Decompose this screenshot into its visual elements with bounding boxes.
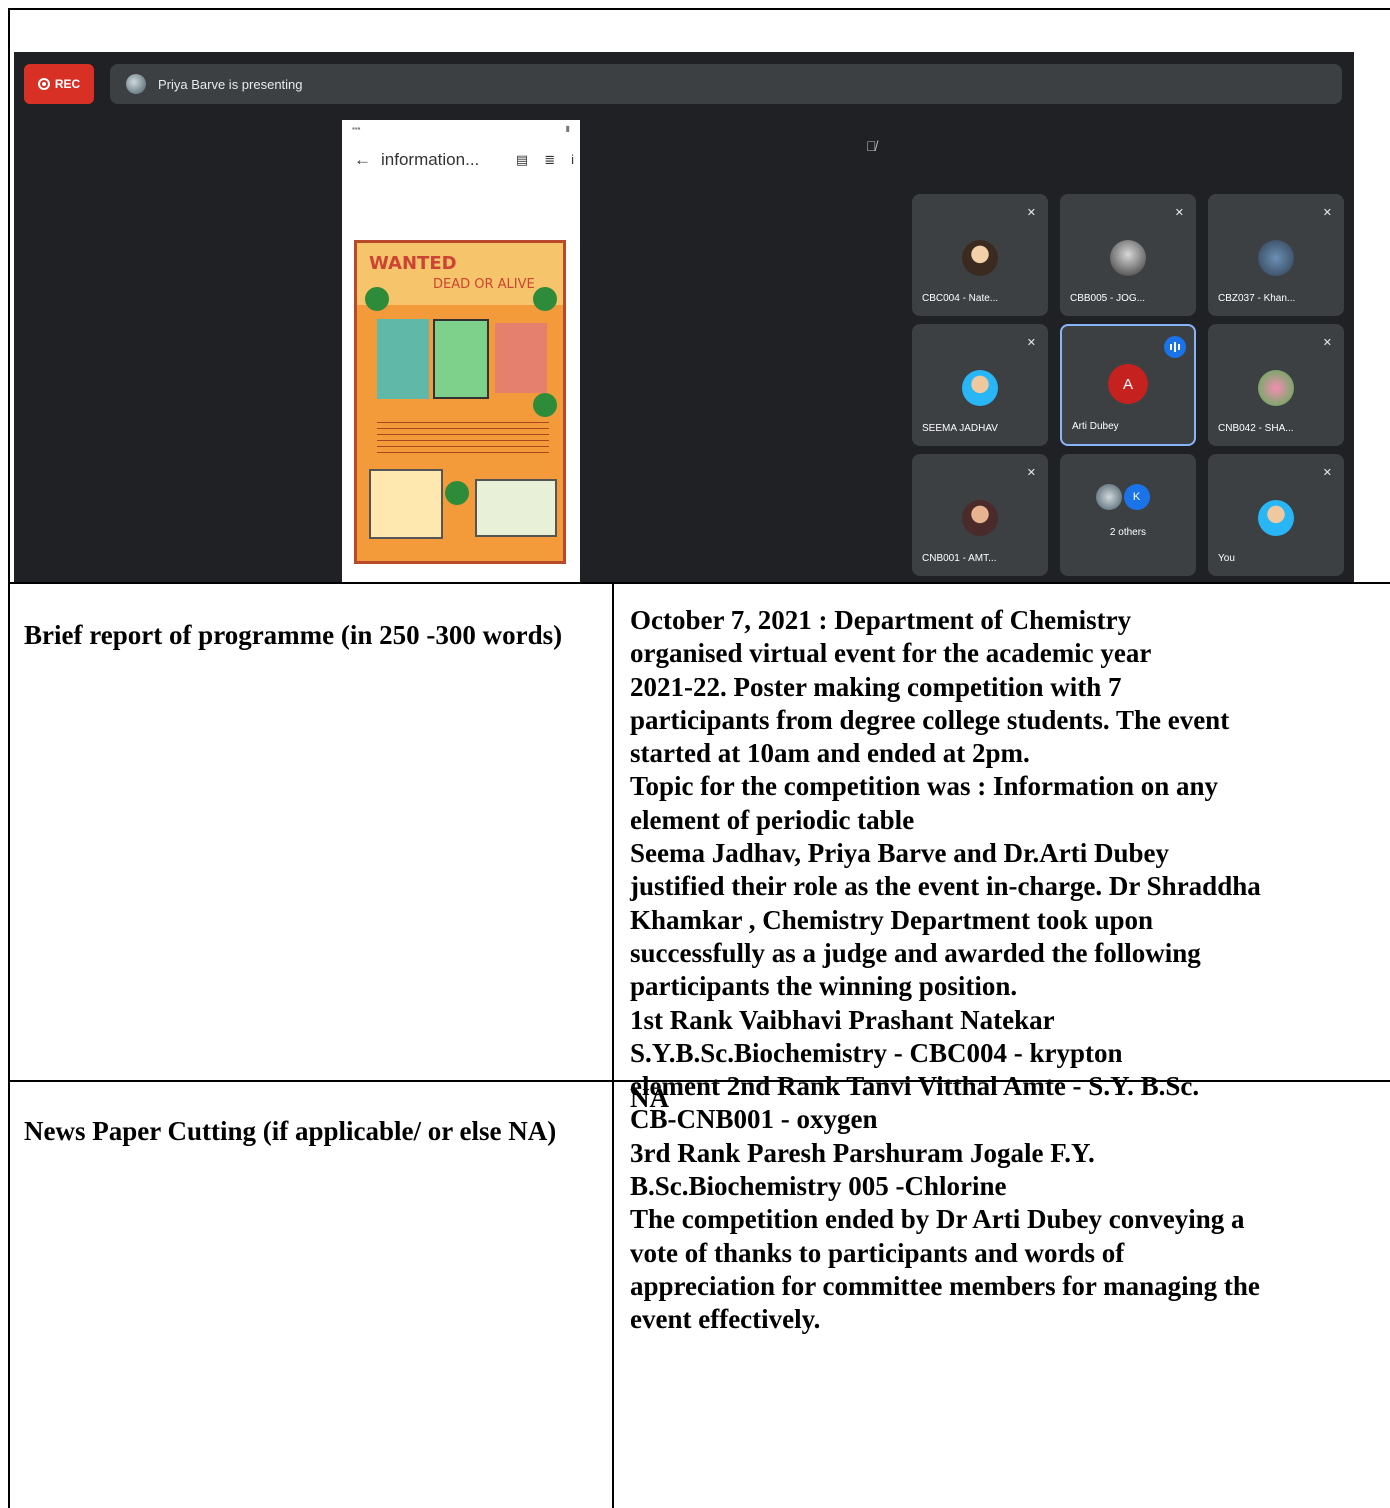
participant-name: You xyxy=(1218,553,1235,564)
comment-icon: ▤ xyxy=(515,152,529,167)
presenting-banner: Priya Barve is presenting xyxy=(110,64,1342,104)
avatar xyxy=(1258,370,1294,406)
poster-image: WANTED DEAD OR ALIVE xyxy=(354,240,566,564)
tree-drawing xyxy=(533,393,557,417)
report-label: Brief report of programme (in 250 -300 w… xyxy=(24,620,563,650)
participant-tile-self[interactable]: ✕ You xyxy=(1208,454,1344,576)
poster-subheading: DEAD OR ALIVE xyxy=(433,277,535,292)
poster-heading: WANTED xyxy=(369,253,457,274)
meet-screenshot: REC Priya Barve is presenting ▪▪▪ ▮ ← in… xyxy=(14,52,1354,582)
mic-off-icon: ✕ xyxy=(1322,337,1332,349)
report-line: participants from degree college student… xyxy=(630,704,1230,735)
report-line: element of periodic table xyxy=(630,804,915,835)
mic-off-icon: 🎙̸ xyxy=(866,138,877,154)
participant-name: CBC004 - Nate... xyxy=(922,293,999,304)
poster-panel xyxy=(495,323,547,393)
mic-off-icon: ✕ xyxy=(1174,207,1184,219)
news-row: News Paper Cutting (if applicable/ or el… xyxy=(10,1082,1390,1508)
avatar: K xyxy=(1123,484,1150,510)
report-line: Khamkar , Chemistry Department took upon xyxy=(630,904,1154,935)
info-icon: i xyxy=(571,152,574,167)
report-line: S.Y.B.Sc.Biochemistry - CBC004 - krypton xyxy=(630,1037,1123,1068)
tree-drawing xyxy=(365,287,389,311)
participant-tile[interactable]: ✕ SEEMA JADHAV xyxy=(912,324,1048,446)
avatar xyxy=(1258,500,1294,536)
shared-screen: ▪▪▪ ▮ ← information... ▤ ≣ i WANTED DEAD xyxy=(342,120,580,582)
report-table: REC Priya Barve is presenting ▪▪▪ ▮ ← in… xyxy=(8,8,1390,1508)
speaking-indicator-icon xyxy=(1164,336,1186,358)
phone-doc-header: ← information... ▤ ≣ i xyxy=(354,150,574,170)
poster-text-block xyxy=(377,417,549,457)
report-line: successfully as a judge and awarded the … xyxy=(630,937,1201,968)
report-line: 1st Rank Vaibhavi Prashant Natekar xyxy=(630,1004,1055,1035)
rec-label: REC xyxy=(54,77,81,91)
mic-off-icon: ✕ xyxy=(1026,467,1036,479)
presenter-avatar xyxy=(126,74,146,94)
report-line: Seema Jadhav, Priya Barve and Dr.Arti Du… xyxy=(630,838,1169,869)
mic-off-icon: ✕ xyxy=(1026,207,1036,219)
poster-panel xyxy=(433,319,489,399)
rec-badge: REC xyxy=(24,64,94,104)
participant-tile-others[interactable]: K 2 others xyxy=(1060,454,1196,576)
record-icon xyxy=(37,78,50,90)
poster-panel xyxy=(369,469,443,539)
participant-tile[interactable]: ✕ CNB042 - SHA... xyxy=(1208,324,1344,446)
participant-name: SEEMA JADHAV xyxy=(922,423,998,434)
avatar xyxy=(1110,240,1146,276)
report-line: October 7, 2021 : Department of Chemistr… xyxy=(630,605,1132,635)
report-line: participants the winning position. xyxy=(630,971,1018,1002)
participant-tile[interactable]: ✕ CBZ037 - Khan... xyxy=(1208,194,1344,316)
avatar xyxy=(962,500,998,536)
mic-off-icon: ✕ xyxy=(1322,207,1332,219)
report-line: justified their role as the event in-cha… xyxy=(630,871,1261,902)
participant-name: CNB042 - SHA... xyxy=(1218,423,1294,434)
participant-tile[interactable]: ✕ CBC004 - Nate... xyxy=(912,194,1048,316)
tree-drawing xyxy=(533,287,557,311)
avatar xyxy=(1096,484,1123,510)
report-line: organised virtual event for the academic… xyxy=(630,638,1152,669)
participant-tile-speaking[interactable]: A Arti Dubey xyxy=(1060,324,1196,446)
participant-tile[interactable]: ✕ CNB001 - AMT... xyxy=(912,454,1048,576)
news-label: News Paper Cutting (if applicable/ or el… xyxy=(24,1116,557,1146)
signal-icon: ▪▪▪ xyxy=(352,124,361,133)
participant-name: CBB005 - JOG... xyxy=(1070,293,1146,304)
report-line: Topic for the competition was : Informat… xyxy=(630,771,1219,802)
screenshot-row: REC Priya Barve is presenting ▪▪▪ ▮ ← in… xyxy=(10,10,1390,584)
participant-name: CBZ037 - Khan... xyxy=(1218,293,1296,304)
phone-status-bar: ▪▪▪ ▮ xyxy=(352,124,570,133)
column-divider xyxy=(612,584,614,1080)
tree-drawing xyxy=(445,481,469,505)
participant-name: Arti Dubey xyxy=(1072,421,1119,432)
battery-icon: ▮ xyxy=(565,124,570,133)
poster-panel xyxy=(377,319,429,399)
shared-doc-title: information... xyxy=(381,150,480,169)
column-divider xyxy=(612,1082,614,1508)
news-value: NA xyxy=(630,1083,669,1113)
report-line: started at 10am and ended at 2pm. xyxy=(630,738,1030,769)
drive-icon: ≣ xyxy=(544,152,556,167)
back-arrow-icon: ← xyxy=(354,150,371,169)
participant-tile[interactable]: ✕ CBB005 - JOG... xyxy=(1060,194,1196,316)
letter-avatar: A xyxy=(1108,364,1148,404)
mic-off-icon: ✕ xyxy=(1322,467,1332,479)
poster-periodic-table xyxy=(475,479,557,537)
avatar xyxy=(1258,240,1294,276)
participant-name: 2 others xyxy=(1109,527,1147,538)
mic-off-icon: ✕ xyxy=(1026,337,1036,349)
avatar xyxy=(962,240,998,276)
avatar xyxy=(962,370,998,406)
report-line: 2021-22. Poster making competition with … xyxy=(630,671,1122,702)
report-row: Brief report of programme (in 250 -300 w… xyxy=(10,584,1390,1334)
participant-name: CNB001 - AMT... xyxy=(922,553,997,564)
presenting-text: Priya Barve is presenting xyxy=(158,76,303,92)
